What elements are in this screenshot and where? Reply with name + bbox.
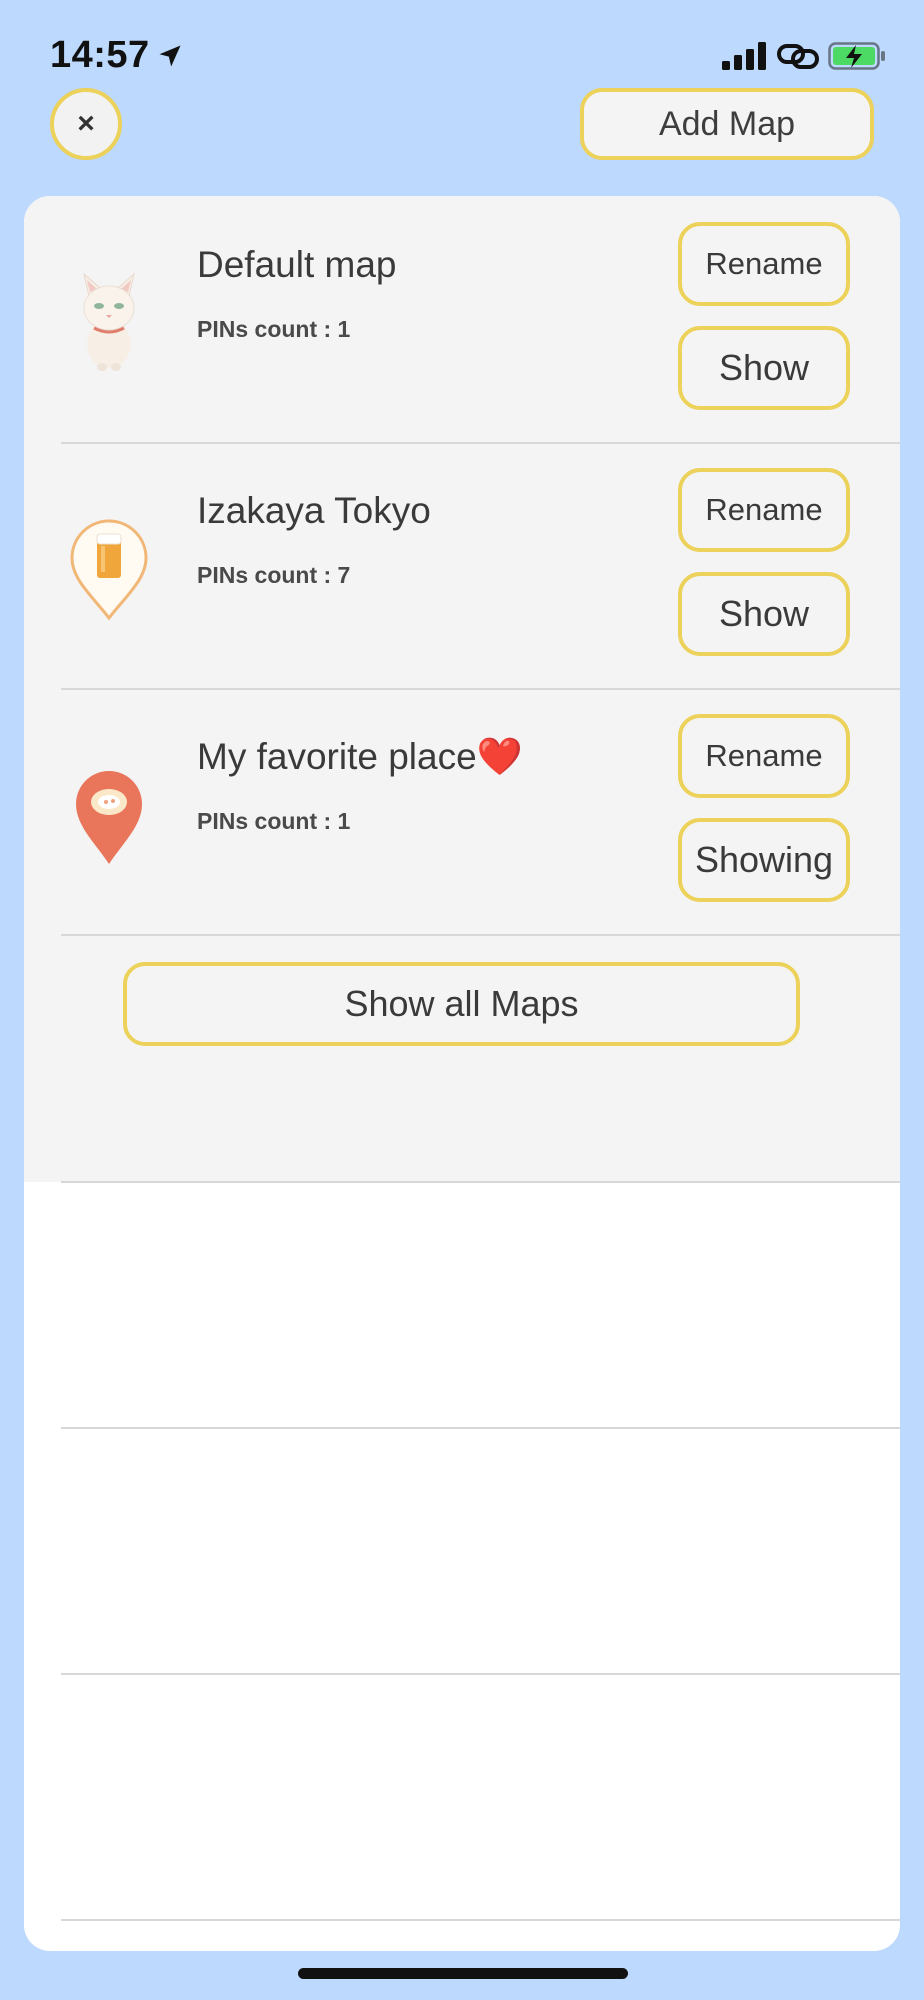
clock: 14:57 xyxy=(50,34,150,76)
show-button[interactable]: Show xyxy=(678,326,850,410)
map-row-favorite: My favorite place❤️ PINs count : 1 Renam… xyxy=(24,688,900,936)
battery-charging-icon xyxy=(828,42,885,70)
red-pin-icon xyxy=(76,771,142,864)
divider xyxy=(61,1427,900,1429)
close-button[interactable]: × xyxy=(50,88,122,160)
rename-button[interactable]: Rename xyxy=(678,468,850,552)
cat-icon xyxy=(83,272,135,371)
home-indicator[interactable] xyxy=(298,1968,628,1979)
location-arrow-icon xyxy=(159,45,181,67)
divider xyxy=(61,1673,900,1675)
close-icon: × xyxy=(77,107,95,140)
divider xyxy=(61,1181,900,1183)
map-row-default: Default map PINs count : 1 Rename Show xyxy=(24,196,900,444)
divider xyxy=(61,1919,900,1921)
add-map-button[interactable]: Add Map xyxy=(580,88,874,160)
show-button[interactable]: Show xyxy=(678,572,850,656)
cellular-signal-icon xyxy=(722,42,766,70)
rename-button[interactable]: Rename xyxy=(678,714,850,798)
show-all-maps-button[interactable]: Show all Maps xyxy=(123,962,800,1046)
pin-count: PINs count : 1 xyxy=(197,316,351,342)
pin-count: PINs count : 7 xyxy=(197,562,351,588)
maps-sheet: Default map PINs count : 1 Rename Show I… xyxy=(24,196,900,1951)
map-name: My favorite place❤️ xyxy=(197,736,523,777)
divider xyxy=(61,934,900,936)
beer-pin-icon xyxy=(70,519,148,621)
link-icon xyxy=(777,44,819,69)
showing-button[interactable]: Showing xyxy=(678,818,850,902)
map-name: Default map xyxy=(197,244,397,285)
map-name: Izakaya Tokyo xyxy=(197,490,431,531)
rename-button[interactable]: Rename xyxy=(678,222,850,306)
map-row-izakaya: Izakaya Tokyo PINs count : 7 Rename Show xyxy=(24,442,900,690)
pin-count: PINs count : 1 xyxy=(197,808,351,834)
